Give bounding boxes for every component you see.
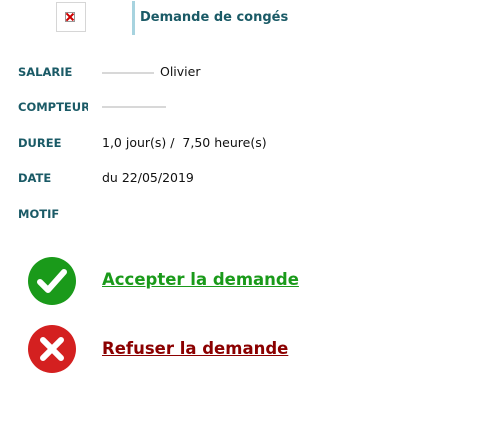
cross-icon[interactable]	[28, 325, 76, 373]
refuse-request-link[interactable]: Refuser la demande	[102, 339, 288, 358]
broken-image-icon	[65, 12, 75, 22]
salarie-label: SALARIE	[18, 65, 73, 79]
page-title: Demande de congés	[140, 10, 289, 25]
redacted-text	[102, 72, 154, 74]
title-accent-bar	[132, 1, 135, 35]
accept-request-link[interactable]: Accepter la demande	[102, 270, 299, 289]
date-label: DATE	[18, 171, 52, 185]
compteur-value-redacted	[102, 106, 166, 108]
date-value: du 22/05/2019	[102, 170, 194, 185]
salarie-value: Olivier	[160, 64, 201, 79]
logo-image	[56, 2, 86, 32]
check-icon[interactable]	[28, 257, 76, 305]
duree-label: DUREE	[18, 136, 62, 150]
compteur-label: COMPTEUR	[18, 100, 88, 114]
motif-label: MOTIF	[18, 207, 60, 221]
duree-value: 1,0 jour(s) / 7,50 heure(s)	[102, 135, 267, 150]
